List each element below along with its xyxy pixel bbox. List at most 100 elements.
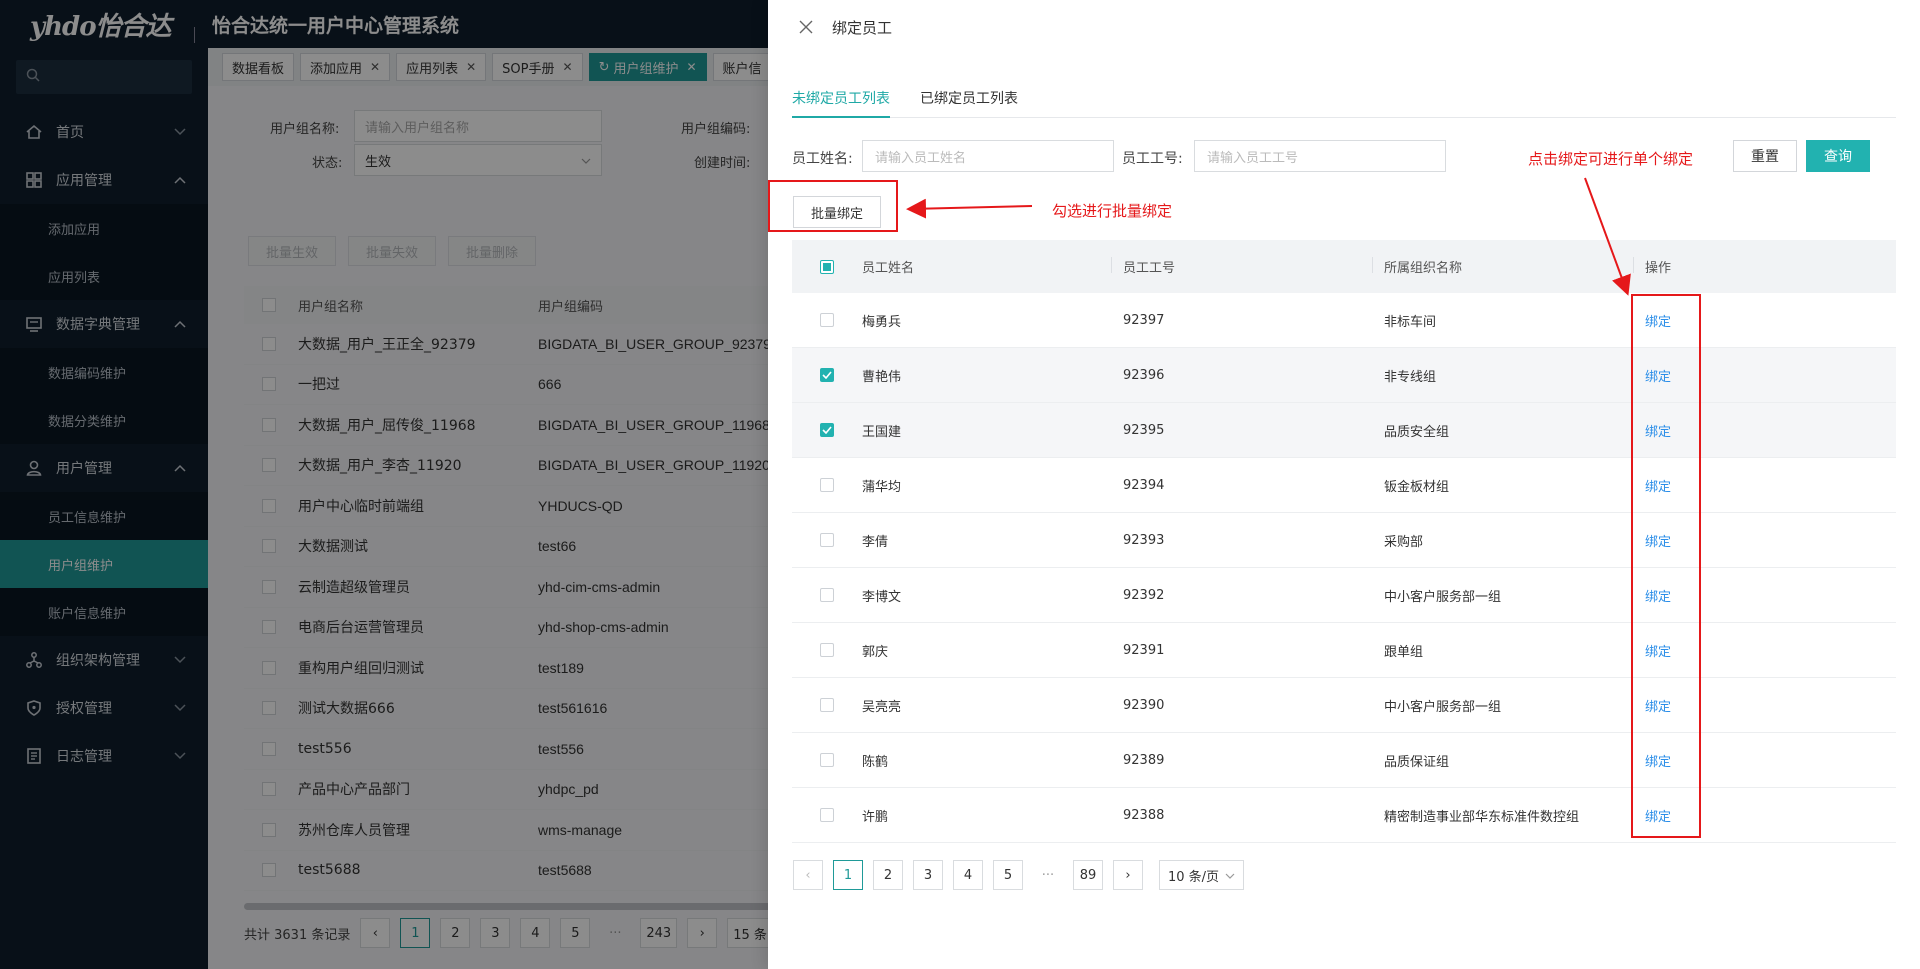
checkbox-cell (792, 533, 862, 547)
employee-name-input[interactable]: 请输入员工姓名 (862, 140, 1114, 172)
page-button[interactable]: 4 (953, 860, 983, 890)
cell-employee-no: 92397 (1123, 312, 1165, 328)
table-row[interactable]: 李倩 92393 采购部 绑定 (792, 513, 1896, 568)
annotation-action-box (1631, 294, 1701, 838)
cell-employee-no: 92388 (1123, 807, 1165, 823)
cell-org-name: 中小客户服务部一组 (1384, 699, 1502, 715)
page-button[interactable]: 2 (873, 860, 903, 890)
table-row[interactable]: 郭庆 92391 跟单组 绑定 (792, 623, 1896, 678)
cell-employee-no: 92393 (1123, 532, 1165, 548)
table-row[interactable]: 陈鹤 92389 品质保证组 绑定 (792, 733, 1896, 788)
select-all-cell (792, 259, 862, 274)
checkbox-cell (792, 808, 862, 822)
row-checkbox[interactable] (820, 533, 834, 547)
modal-overlay[interactable] (0, 0, 768, 969)
table-header: 员工姓名 员工工号 所属组织名称 操作 (792, 240, 1896, 293)
row-checkbox[interactable] (820, 588, 834, 602)
column-header-name: 员工姓名 (862, 261, 915, 276)
cell-employee-name: 蒲华均 (862, 479, 902, 495)
row-checkbox[interactable] (820, 753, 834, 767)
cell-employee-name: 吴亮亮 (862, 699, 902, 715)
table-row[interactable]: 吴亮亮 92390 中小客户服务部一组 绑定 (792, 678, 1896, 733)
column-header-org: 所属组织名称 (1372, 257, 1645, 276)
drawer-header: 绑定员工 (768, 0, 1920, 54)
checkbox-cell (792, 753, 862, 767)
row-checkbox[interactable] (820, 423, 834, 437)
checkbox-cell (792, 478, 862, 492)
page-ellipsis[interactable]: ··· (1033, 860, 1063, 890)
annotation-single-note: 点击绑定可进行单个绑定 (1528, 150, 1694, 168)
row-checkbox[interactable] (820, 368, 834, 382)
table-row[interactable]: 王国建 92395 品质安全组 绑定 (792, 403, 1896, 458)
select-all-checkbox[interactable] (820, 259, 834, 274)
page-size-value: 10 条/页 (1168, 869, 1220, 885)
cell-org-name: 非专线组 (1384, 369, 1437, 385)
table-row[interactable]: 李博文 92392 中小客户服务部一组 绑定 (792, 568, 1896, 623)
table-row[interactable]: 梅勇兵 92397 非标车间 绑定 (792, 293, 1896, 348)
query-button[interactable]: 查询 (1806, 140, 1870, 172)
drawer-tabs: 未绑定员工列表 已绑定员工列表 (792, 88, 1896, 118)
page-size-select[interactable]: 10 条/页 (1159, 860, 1245, 890)
cell-employee-no: 92389 (1123, 752, 1165, 768)
cell-employee-no: 92394 (1123, 477, 1165, 493)
annotation-batch-note: 勾选进行批量绑定 (1052, 202, 1173, 220)
drawer-title: 绑定员工 (832, 18, 893, 37)
cell-org-name: 非标车间 (1384, 314, 1437, 330)
employee-no-label: 员工工号: (1122, 151, 1183, 167)
checkbox-cell (792, 588, 862, 602)
employee-name-label: 员工姓名: (792, 151, 853, 167)
row-checkbox[interactable] (820, 313, 834, 327)
cell-org-name: 精密制造事业部华东标准件数控组 (1384, 809, 1580, 825)
row-checkbox[interactable] (820, 643, 834, 657)
cell-employee-name: 陈鹤 (862, 754, 889, 770)
page-button[interactable]: 1 (833, 860, 863, 890)
cell-employee-name: 郭庆 (862, 644, 889, 660)
row-checkbox[interactable] (820, 808, 834, 822)
cell-employee-name: 李倩 (862, 534, 889, 550)
reset-button[interactable]: 重置 (1733, 140, 1797, 172)
cell-employee-no: 92395 (1123, 422, 1165, 438)
employee-table: 员工姓名 员工工号 所属组织名称 操作 梅勇兵 92397 非标车间 绑定 曹艳伟 923… (792, 240, 1896, 843)
cell-org-name: 中小客户服务部一组 (1384, 589, 1502, 605)
bind-employee-drawer: 绑定员工 未绑定员工列表 已绑定员工列表 员工姓名: 请输入员工姓名 员工工号:… (768, 0, 1920, 969)
cell-employee-name: 王国建 (862, 424, 902, 440)
cell-org-name: 品质保证组 (1384, 754, 1450, 770)
cell-org-name: 品质安全组 (1384, 424, 1450, 440)
checkbox-cell (792, 698, 862, 712)
checkbox-cell (792, 313, 862, 327)
checkbox-cell (792, 423, 862, 437)
table-body: 梅勇兵 92397 非标车间 绑定 曹艳伟 92396 非专线组 绑定 王国建 92395 品质安全… (792, 293, 1896, 843)
employee-no-input[interactable]: 请输入员工工号 (1194, 140, 1446, 172)
cell-org-name: 钣金板材组 (1384, 479, 1450, 495)
cell-employee-name: 梅勇兵 (862, 314, 902, 330)
cell-employee-no: 92392 (1123, 587, 1165, 603)
page-button[interactable]: 5 (993, 860, 1023, 890)
cell-employee-name: 李博文 (862, 589, 902, 605)
page-button[interactable]: 3 (913, 860, 943, 890)
row-checkbox[interactable] (820, 698, 834, 712)
tab-unbound-employees[interactable]: 未绑定员工列表 (792, 88, 890, 118)
prev-page-button[interactable]: ‹ (793, 860, 823, 890)
cell-org-name: 采购部 (1384, 534, 1424, 550)
close-icon[interactable] (798, 19, 814, 35)
chevron-down-icon (1225, 868, 1235, 883)
cell-org-name: 跟单组 (1384, 644, 1424, 660)
row-checkbox[interactable] (820, 478, 834, 492)
tab-bound-employees[interactable]: 已绑定员工列表 (920, 88, 1018, 118)
table-row[interactable]: 蒲华均 92394 钣金板材组 绑定 (792, 458, 1896, 513)
table-row[interactable]: 许鹏 92388 精密制造事业部华东标准件数控组 绑定 (792, 788, 1896, 843)
column-header-action: 操作 (1633, 257, 1896, 276)
checkbox-cell (792, 643, 862, 657)
next-page-button[interactable]: › (1113, 860, 1143, 890)
cell-employee-no: 92396 (1123, 367, 1165, 383)
cell-employee-no: 92391 (1123, 642, 1165, 658)
table-row[interactable]: 曹艳伟 92396 非专线组 绑定 (792, 348, 1896, 403)
column-header-no: 员工工号 (1111, 257, 1384, 276)
drawer-pagination: ‹ 1 2 3 4 5 ··· 89 › 10 条/页 (793, 860, 1245, 890)
cell-employee-name: 曹艳伟 (862, 369, 902, 385)
cell-employee-no: 92390 (1123, 697, 1165, 713)
page-button[interactable]: 89 (1073, 860, 1103, 890)
annotation-batch-box (768, 180, 898, 232)
cell-employee-name: 许鹏 (862, 809, 889, 825)
checkbox-cell (792, 368, 862, 382)
